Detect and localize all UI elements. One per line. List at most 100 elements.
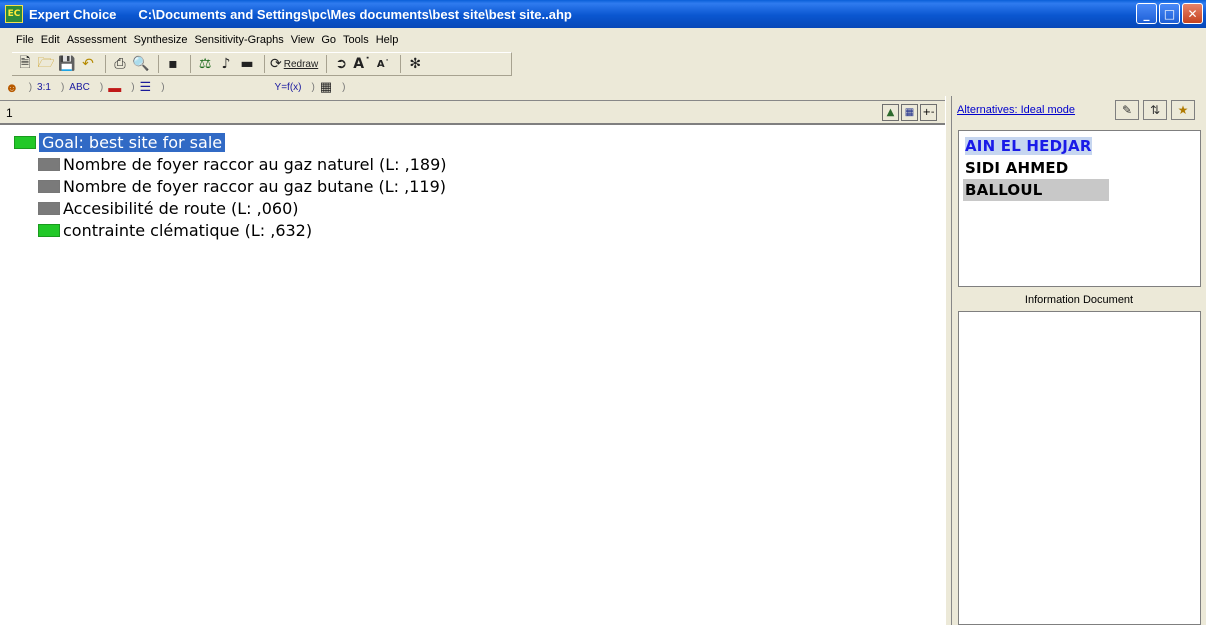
pane-splitter[interactable] [945,96,952,625]
menu-go[interactable]: Go [321,34,336,46]
alternatives-mode-link[interactable]: Alternatives: Ideal mode [957,104,1075,116]
arrange-alternatives-icon[interactable]: ⇅ [1143,100,1167,120]
level-number: 1 [6,106,13,120]
criterion-node-icon [38,223,60,237]
tab-model-view[interactable]: ☻ [5,80,19,95]
information-document-label: Information Document [1024,294,1134,306]
redraw-icon[interactable]: ⟳ Redraw [270,54,318,74]
expert-choice-window: EC Expert Choice C:\Documents and Settin… [0,0,1206,625]
toolbar-separator [400,55,402,73]
alternative-label[interactable]: BALLOUL [965,181,1043,199]
alternative-item[interactable]: AIN EL HEDJAR [963,135,1196,157]
bars-icon: ▬ [108,79,122,95]
menu-bar: File Edit Assessment Synthesize Sensitiv… [0,30,1206,50]
file-path-title: C:\Documents and Settings\pc\Mes documen… [138,6,572,22]
criterion-node[interactable]: Nombre de foyer raccor au gaz butane (L:… [14,175,447,197]
information-document-area[interactable] [958,311,1201,625]
expand-collapse-icon[interactable]: +- [920,104,937,121]
app-icon[interactable]: EC [5,5,23,23]
tab-pairwise-numerical[interactable]: 3:1 [37,82,51,93]
alternative-label[interactable]: SIDI AHMED [965,159,1068,177]
model-icon[interactable]: ➲ [332,54,350,74]
tab-divider: ) [161,81,165,93]
music-icon[interactable]: ♪ [217,54,235,74]
minimize-button[interactable]: _ [1136,3,1157,24]
tab-data-grid[interactable]: ▦ [320,79,332,95]
alternatives-pane: Alternatives: Ideal mode ✎ ⇅ ★ AIN EL HE… [952,96,1206,625]
toolbar-separator [264,55,265,73]
main-toolbar: 🗎 🗁 💾 ↶ ⎙ 🔍 ▪ ⚖ ♪ ▬ ⟳ Redraw ➲ A˙ A˙ ✻ [12,52,512,76]
app-title: Expert Choice [29,6,117,22]
criterion-label[interactable]: Nombre de foyer raccor au gaz naturel (L… [63,155,447,174]
toolbar-separator [105,55,106,73]
help-icon[interactable]: ✻ [406,54,424,74]
new-icon[interactable]: 🗎 [16,54,34,74]
goal-label[interactable]: Goal: best site for sale [39,132,226,152]
mode-tabstrip: ☻ ) 3:1 ) ABC ) ▬ ) ☰ ) Y=f(x) ) ▦ ) [0,78,945,96]
menu-view[interactable]: View [291,34,315,46]
close-button[interactable]: ✕ [1182,3,1203,24]
criterion-label[interactable]: Nombre de foyer raccor au gaz butane (L:… [63,177,446,196]
redraw-label[interactable]: Redraw [284,59,318,70]
save-icon[interactable]: 💾 [58,54,76,74]
criterion-node-icon [38,179,60,193]
menu-tools[interactable]: Tools [343,34,369,46]
toolbar-separator [190,55,191,73]
goal-node-icon [14,135,36,149]
criterion-node[interactable]: contrainte clématique (L: ,632) [14,219,447,241]
hierarchy-pane-header: 1 ▲ ▦ +- [0,101,945,125]
font-larger-icon[interactable]: A˙ [353,54,371,74]
menu-assessment[interactable]: Assessment [67,34,127,46]
goal-node[interactable]: Goal: best site for sale [14,131,447,153]
menu-help[interactable]: Help [376,34,399,46]
title-bar[interactable]: EC Expert Choice C:\Documents and Settin… [0,0,1206,28]
alternatives-list: AIN EL HEDJAR SIDI AHMED BALLOUL [958,130,1201,287]
menu-sensitivity-graphs[interactable]: Sensitivity-Graphs [194,34,283,46]
tab-divider: ) [99,81,104,93]
pane-view-buttons: ▲ ▦ +- [882,104,937,121]
maximize-button[interactable]: □ [1159,3,1180,24]
menu-file[interactable]: File [16,34,34,46]
tab-divider: ) [311,81,315,93]
tree-view-icon[interactable]: ▲ [882,104,899,121]
add-alternative-icon[interactable]: ★ [1171,100,1195,120]
criterion-node[interactable]: Nombre de foyer raccor au gaz naturel (L… [14,153,447,175]
menu-edit[interactable]: Edit [41,34,60,46]
criterion-node[interactable]: Accesibilité de route (L: ,060) [14,197,447,219]
menu-synthesize[interactable]: Synthesize [134,34,188,46]
print-icon[interactable]: ⎙ [111,54,129,74]
hierarchy-tree: Goal: best site for sale Nombre de foyer… [14,131,447,241]
edit-alternatives-icon[interactable]: ✎ [1115,100,1139,120]
toolbar-separator [326,55,328,73]
tab-divider: ) [342,81,346,93]
tab-divider: ) [60,81,65,93]
window-controls: _ □ ✕ [1136,3,1203,24]
tab-divider: ) [28,81,33,93]
criterion-label[interactable]: Accesibilité de route (L: ,060) [63,199,299,218]
frame-icon[interactable]: ▬ [238,54,256,74]
criterion-label[interactable]: contrainte clématique (L: ,632) [63,221,312,240]
alternative-item[interactable]: BALLOUL [963,179,1109,201]
balance-icon[interactable]: ⚖ [196,54,214,74]
alternatives-toolbar: ✎ ⇅ ★ [1115,100,1195,120]
tab-formula[interactable]: Y=f(x) [275,82,302,93]
tab-pairwise-verbal[interactable]: ABC [69,82,90,93]
alternative-label[interactable]: AIN EL HEDJAR [965,137,1092,155]
tab-questionnaire[interactable]: ☰ [140,79,152,95]
open-icon[interactable]: 🗁 [37,54,55,74]
tab-graphical[interactable]: ▬ [108,80,121,95]
hierarchy-pane: 1 ▲ ▦ +- Goal: best site for sale Nombre… [0,100,945,625]
grid-icon: ▦ [319,79,333,94]
undo-icon[interactable]: ↶ [79,54,97,74]
lines-icon: ☰ [139,79,152,94]
criterion-node-icon [38,201,60,215]
criterion-node-icon [38,157,60,171]
tab-divider: ) [131,81,135,93]
hierarchy-icon[interactable]: ▪ [164,54,182,74]
list-view-icon[interactable]: ▦ [901,104,918,121]
font-smaller-icon[interactable]: A˙ [374,54,392,74]
print-preview-icon[interactable]: 🔍 [132,54,150,74]
people-icon: ☻ [5,79,19,95]
alternative-item[interactable]: SIDI AHMED [963,157,1196,179]
toolbar-separator [158,55,159,73]
